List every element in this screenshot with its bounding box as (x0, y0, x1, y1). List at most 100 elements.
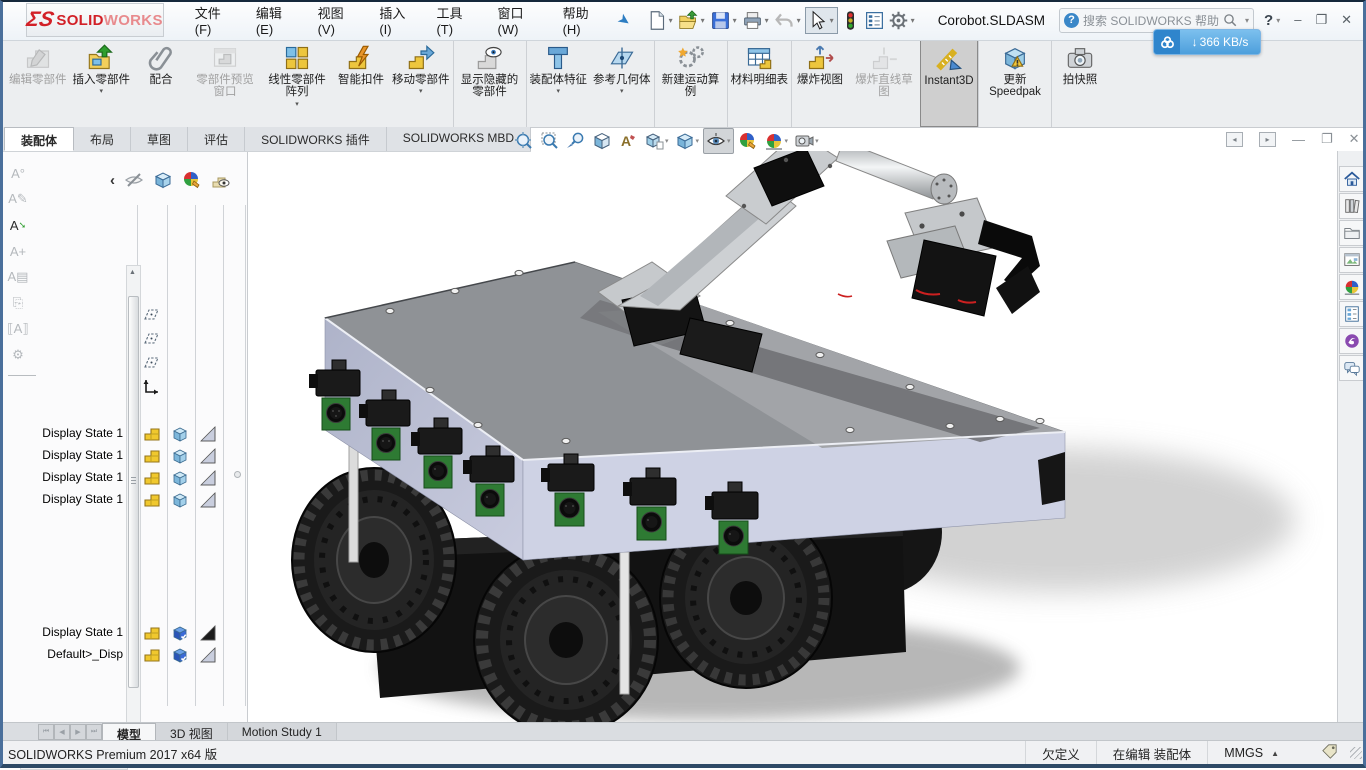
minimize-button[interactable]: – (1294, 12, 1301, 28)
appearance-cell[interactable] (199, 646, 217, 664)
download-speed-badge[interactable]: ↓ 366 KB/s (1153, 29, 1261, 55)
scroll-up-arrow[interactable]: ▲ (127, 267, 138, 278)
tag-icon[interactable] (1321, 744, 1338, 762)
ribbon-button[interactable]: 拍快照 (1051, 40, 1108, 127)
display-mode-cell[interactable] (171, 646, 189, 664)
ribbon-button[interactable]: 插入零部件 ▾ (70, 40, 134, 127)
origin-icon[interactable] (142, 377, 161, 396)
ribbon-button[interactable]: 更新 Speedpak (978, 40, 1051, 127)
edit-appearance-button[interactable] (736, 129, 760, 153)
component-row[interactable]: Display State 1 (0, 489, 247, 511)
component-row[interactable]: Display State 1 (0, 467, 247, 489)
menu-item[interactable]: 窗口(W) (489, 0, 550, 42)
search-icon[interactable] (1223, 13, 1238, 28)
forum-button[interactable] (1339, 328, 1365, 354)
doc-minimize-button[interactable]: — (1292, 132, 1305, 147)
scrollbar-thumb[interactable] (128, 296, 139, 688)
tab-sketch[interactable]: 草图 (131, 127, 189, 151)
ribbon-button[interactable]: 线性零部件阵列 ▾ (261, 40, 333, 127)
ribbon-button[interactable]: 智能扣件 (333, 40, 389, 127)
component-label[interactable]: Default>_Disp (33, 647, 123, 661)
component-label[interactable]: Display State 1 (33, 426, 123, 440)
help-caret[interactable]: ▾ (1276, 16, 1280, 25)
print-button[interactable]: ▾ (741, 8, 772, 33)
file-explorer-button[interactable] (1339, 220, 1365, 246)
hide-show-items-button[interactable]: ▾ (703, 128, 734, 154)
menu-item[interactable]: 帮助(H) (554, 0, 612, 42)
hide-show-annotations-button[interactable] (616, 129, 640, 153)
tab-model[interactable]: 模型 (102, 723, 157, 742)
file-properties-button[interactable] (863, 8, 886, 33)
menu-item[interactable]: 工具(T) (427, 0, 484, 42)
appearance-column-icon[interactable] (182, 170, 202, 190)
display-style-button[interactable]: ▾ (673, 129, 702, 153)
help-icon[interactable]: ? (1264, 12, 1273, 29)
component-row[interactable]: Default>_Disp (0, 644, 247, 666)
search-scope-caret[interactable]: ▾ (1245, 16, 1249, 25)
pin-icon[interactable]: ➤ (614, 9, 635, 31)
design-library-button[interactable] (1339, 193, 1365, 219)
pane-splitter-handle[interactable] (234, 471, 241, 478)
collapse-display-pane-icon[interactable]: ‹ (110, 172, 115, 189)
doc-restore-button[interactable]: ❐ (1321, 131, 1333, 147)
menu-item[interactable]: 视图(V) (309, 0, 367, 42)
plane-icon[interactable] (142, 353, 161, 372)
zoom-to-fit-button[interactable] (512, 129, 536, 153)
component-row[interactable]: Display State 1 (0, 445, 247, 467)
appearance-cell[interactable] (199, 469, 217, 487)
appearance-cell[interactable] (199, 425, 217, 443)
component-label[interactable]: Display State 1 (33, 492, 123, 506)
menu-item[interactable]: 编辑(E) (247, 0, 305, 42)
new-document-button[interactable]: ▾ (645, 8, 676, 33)
zoom-to-area-button[interactable] (538, 129, 562, 153)
appearance-cell[interactable] (199, 447, 217, 465)
open-button[interactable]: ▾ (677, 8, 708, 33)
ribbon-button[interactable]: 显示隐藏的零部件 (452, 40, 526, 127)
display-mode-cell[interactable] (171, 469, 189, 487)
hide-show-cell[interactable] (143, 646, 161, 664)
view-palette-button[interactable] (1339, 247, 1365, 273)
plane-icon[interactable] (142, 329, 161, 348)
display-mode-column-icon[interactable] (153, 170, 173, 190)
component-label[interactable]: Display State 1 (33, 470, 123, 484)
hide-show-cell[interactable] (143, 624, 161, 642)
3d-viewport[interactable] (247, 151, 1337, 722)
hide-show-cell[interactable] (143, 447, 161, 465)
doc-close-button[interactable]: ✕ (1349, 131, 1360, 147)
view-settings-button[interactable]: ▾ (792, 129, 821, 153)
display-mode-cell[interactable] (171, 624, 189, 642)
component-row[interactable]: Display State 1 (0, 622, 247, 644)
section-view-button[interactable] (590, 129, 614, 153)
close-button[interactable]: ✕ (1341, 12, 1352, 28)
plane-icon[interactable] (142, 305, 161, 324)
rebuild-button[interactable] (839, 8, 862, 33)
ribbon-button[interactable]: 参考几何体 ▾ (590, 40, 654, 127)
hide-show-cell[interactable] (143, 469, 161, 487)
transparency-column-icon[interactable] (211, 170, 231, 190)
restore-button[interactable]: ❐ (1315, 12, 1327, 28)
hide-show-cell[interactable] (143, 425, 161, 443)
hide-show-cell[interactable] (143, 491, 161, 509)
view-orientation-button[interactable]: ▾ (642, 129, 671, 153)
tab-layout[interactable]: 布局 (74, 127, 132, 151)
ribbon-button[interactable]: Instant3D (920, 40, 978, 127)
community-chat-button[interactable] (1339, 355, 1365, 381)
tab-evaluate[interactable]: 评估 (188, 127, 246, 151)
appearances-scenes-button[interactable] (1339, 274, 1365, 300)
hide-show-column-icon[interactable] (124, 170, 144, 190)
save-button[interactable]: ▾ (709, 8, 740, 33)
select-tool-button[interactable]: ▾ (804, 6, 838, 34)
tab-mbd[interactable]: SOLIDWORKS MBD (386, 127, 532, 151)
component-row[interactable]: Display State 1 (0, 423, 247, 445)
zoom-to-selection-button[interactable] (564, 129, 588, 153)
custom-properties-button[interactable] (1339, 301, 1365, 327)
display-mode-cell[interactable] (171, 447, 189, 465)
display-mode-cell[interactable] (171, 491, 189, 509)
appearance-cell[interactable] (199, 624, 217, 642)
ribbon-button[interactable]: 移动零部件 ▾ (389, 40, 453, 127)
ribbon-button[interactable]: 新建运动算例 (653, 40, 727, 127)
display-mode-cell[interactable] (171, 425, 189, 443)
resources-home-button[interactable] (1339, 166, 1365, 192)
collapse-left-pane-icon[interactable]: ◂ (1226, 131, 1243, 147)
apply-scene-button[interactable]: ▾ (762, 129, 791, 153)
